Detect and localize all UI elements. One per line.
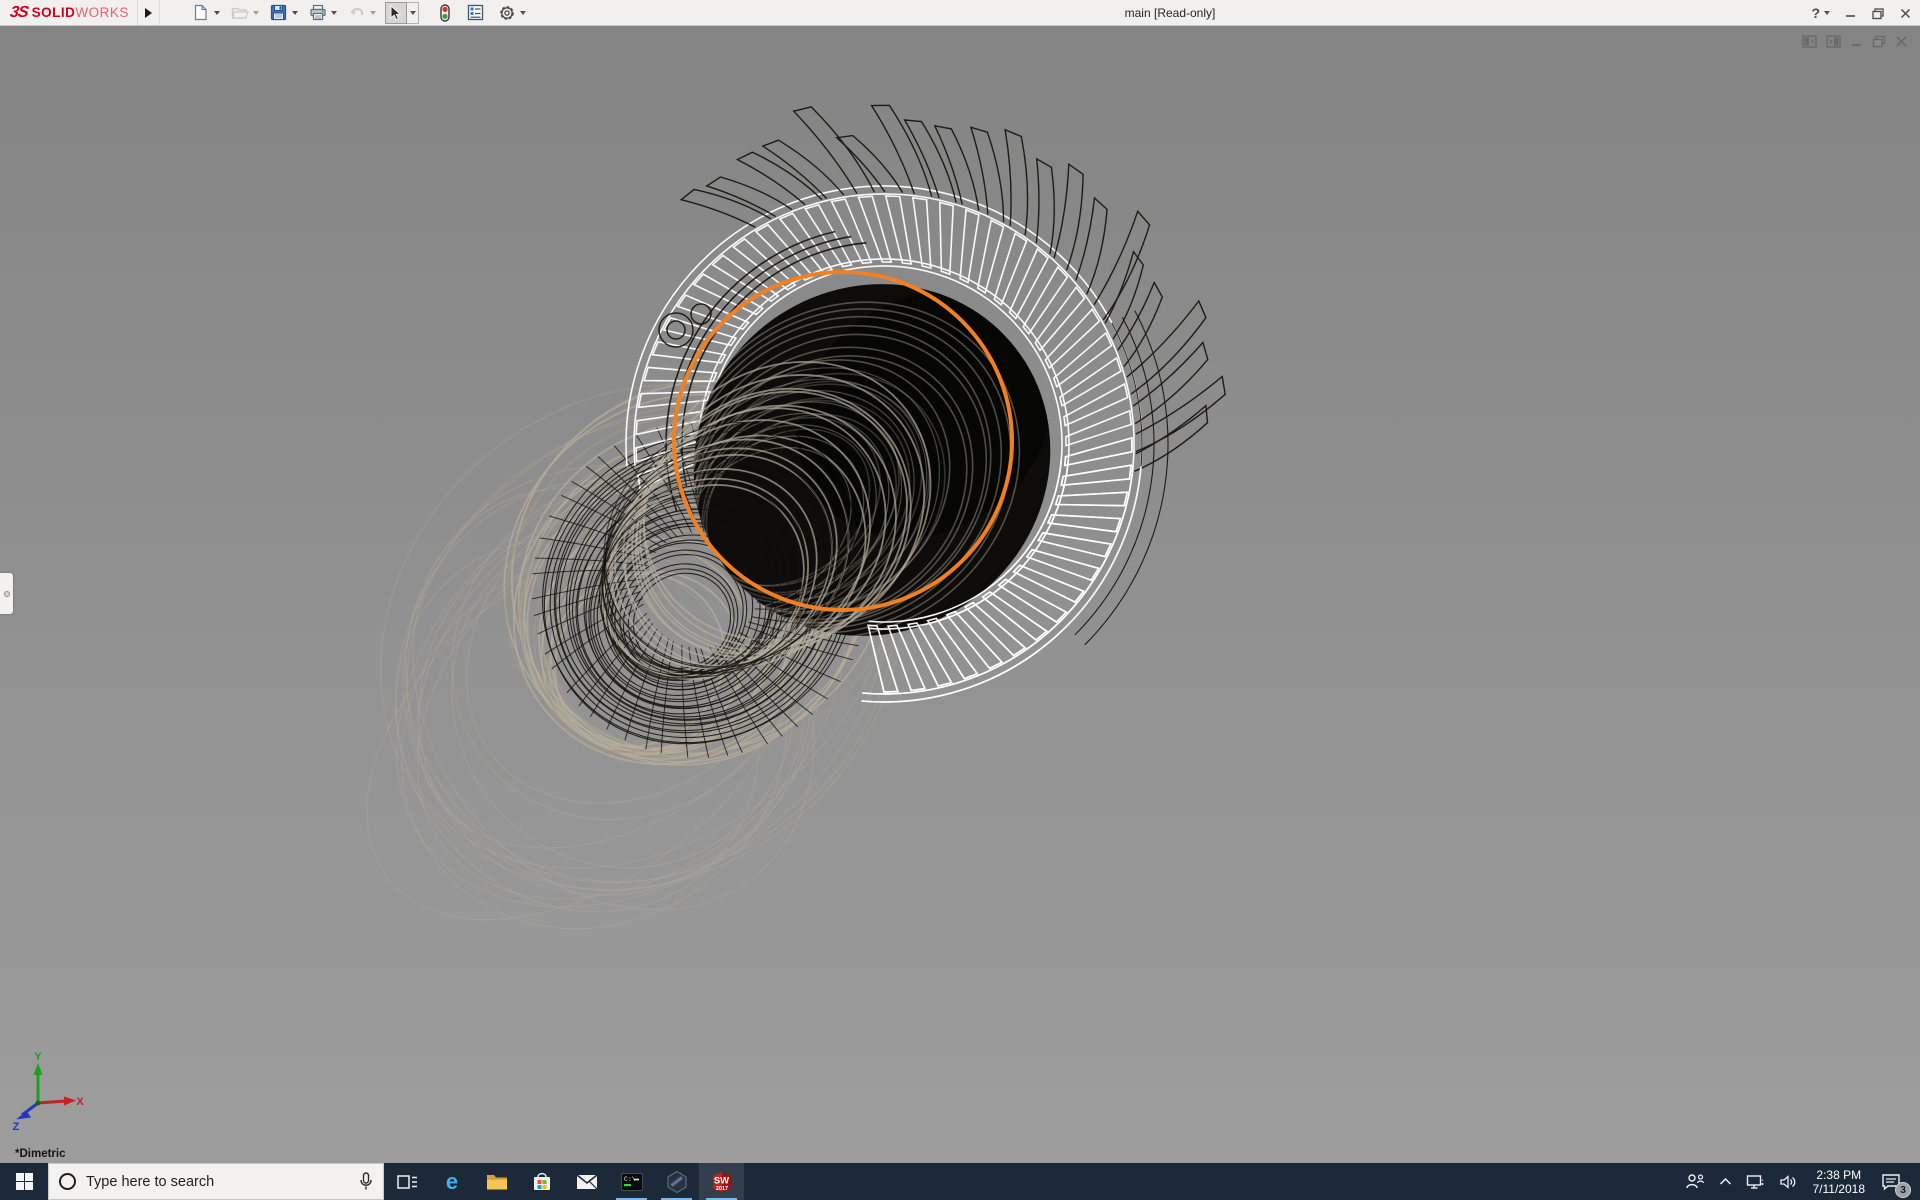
new-document-button[interactable] [190,2,212,24]
window-title: main [Read-only] [1124,6,1216,20]
help-caret-icon [1824,11,1830,15]
document-properties-button[interactable] [465,2,487,24]
close-button[interactable] [1899,7,1912,20]
speaker-icon [1779,1174,1795,1189]
help-button[interactable]: ? [1811,5,1830,21]
properties-list-icon [468,4,484,21]
minimize-icon [1846,14,1855,17]
save-button[interactable] [268,2,290,24]
notification-badge: 3 [1895,1182,1911,1198]
system-tray: 2:38 PM 7/11/2018 3 [1678,1163,1920,1200]
collapse-pane-left-icon[interactable] [1802,35,1817,48]
open-folder-icon [231,7,249,19]
search-placeholder: Type here to search [86,1173,215,1190]
edge-icon: e [445,1170,457,1194]
triad-z-label: Z [13,1121,20,1131]
taskbar-app-task-view[interactable] [384,1163,429,1200]
people-button[interactable] [1678,1163,1712,1200]
volume-button[interactable] [1772,1163,1804,1200]
save-caret-icon[interactable] [291,10,298,15]
taskbar-app-file-explorer[interactable] [474,1163,519,1200]
solidworks-2017-icon: SW 2017 [712,1171,731,1192]
select-cursor-icon [390,4,403,20]
minimize-button[interactable] [1844,7,1857,20]
taskbar-app-store[interactable] [519,1163,564,1200]
stoplight-icon [440,3,450,22]
options-button[interactable] [496,2,518,24]
select-tool-caret-button[interactable] [406,1,419,24]
doc-minimize-icon[interactable] [1850,35,1863,48]
printer-icon [310,4,326,21]
hexagon-app-icon [666,1170,687,1193]
restore-icon [1872,7,1884,19]
windows-taskbar: Type here to search e C:\ SW 2017 2:38 P… [0,1163,1920,1200]
action-center-button[interactable]: 3 [1874,1163,1915,1200]
open-caret-icon[interactable] [252,10,259,15]
cortana-icon [59,1173,76,1190]
people-icon [1685,1174,1704,1189]
clock-time: 2:38 PM [1816,1167,1862,1182]
new-document-icon [195,4,207,21]
clock-date: 7/11/2018 [1812,1181,1866,1196]
title-bar: 3S SOLID WORKS main [Read-only] ? [0,0,1920,26]
store-icon [533,1172,550,1190]
microphone-icon[interactable] [359,1172,373,1191]
open-button[interactable] [229,2,251,24]
rebuild-stoplight-button[interactable] [434,2,456,24]
svg-text:2017: 2017 [715,1186,727,1192]
turbine-wireframe-model[interactable] [0,26,1920,1163]
taskbar-app-solidworks-2017[interactable]: SW 2017 [699,1163,744,1200]
select-tool-button[interactable] [384,1,407,24]
taskbar-app-mail[interactable] [564,1163,609,1200]
taskbar-app-command-prompt[interactable]: C:\ [609,1163,654,1200]
print-button[interactable] [307,2,329,24]
undo-arrow-icon [350,8,363,15]
svg-text:e: e [445,1170,457,1194]
triad-y-label: Y [34,1051,42,1063]
taskbar-app-hexagon-viewer[interactable] [654,1163,699,1200]
orientation-triad: Y X Z [13,1051,84,1131]
undo-button[interactable] [346,2,368,24]
close-icon [1900,8,1911,18]
taskbar-search-input[interactable]: Type here to search [48,1163,384,1200]
menu-expander-button[interactable] [138,0,160,25]
svg-text:SW: SW [713,1175,728,1186]
triad-x-label: X [76,1096,84,1108]
tray-overflow-button[interactable] [1712,1163,1739,1200]
select-tool-caret-icon [410,10,417,15]
restore-button[interactable] [1871,7,1885,20]
collapse-pane-right-icon[interactable] [1826,35,1841,48]
network-button[interactable] [1739,1163,1772,1200]
print-caret-icon[interactable] [330,10,337,15]
gear-icon [500,5,514,20]
feature-panel-tab[interactable] [0,573,13,614]
doc-restore-icon[interactable] [1872,35,1886,48]
taskbar-app-buttons: e C:\ SW 2017 [384,1163,744,1200]
undo-caret-icon[interactable] [369,10,376,15]
chevron-up-icon [1719,1177,1731,1185]
solidworks-logo: 3S SOLID WORKS [0,0,138,25]
panel-tab-grip-icon [3,590,10,597]
windows-logo-icon [15,1173,33,1190]
standard-toolbar [190,1,535,24]
taskbar-app-edge[interactable]: e [429,1163,474,1200]
start-button[interactable] [0,1163,48,1200]
options-caret-icon[interactable] [519,10,526,15]
new-document-caret-icon[interactable] [213,10,220,15]
view-orientation-label: *Dimetric [15,1148,66,1160]
graphics-viewport[interactable]: Y X Z *Dimetric [0,26,1920,1163]
save-floppy-icon [271,4,287,21]
dassault-mark: 3S [8,3,29,21]
task-view-icon [396,1174,417,1189]
expand-arrow-icon [144,7,152,18]
network-icon [1746,1174,1763,1189]
mail-icon [576,1173,597,1189]
command-prompt-icon: C:\ [620,1172,643,1191]
file-explorer-icon [486,1174,507,1189]
doc-close-icon[interactable] [1895,35,1908,48]
document-window-controls [1802,35,1908,48]
taskbar-clock[interactable]: 2:38 PM 7/11/2018 [1804,1168,1875,1196]
